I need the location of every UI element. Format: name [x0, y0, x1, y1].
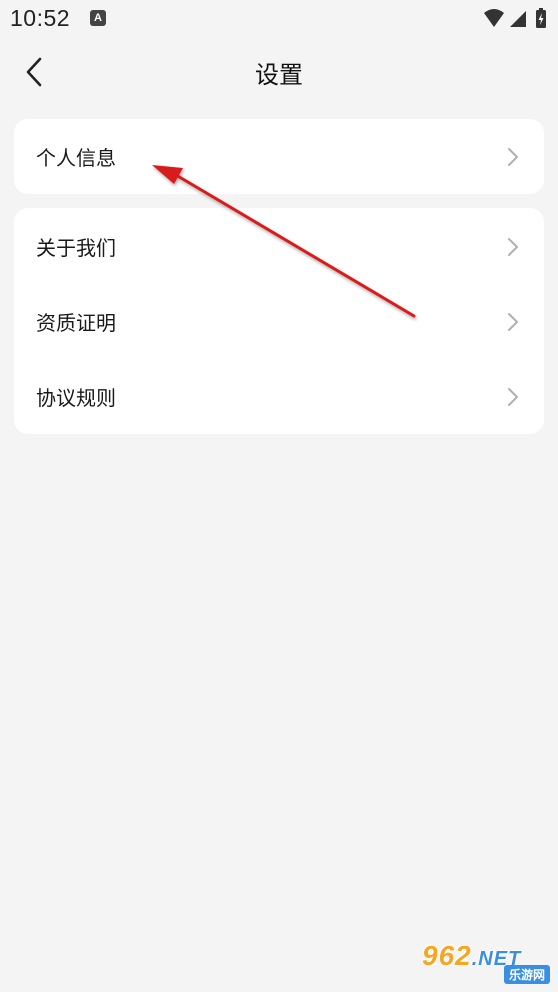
- notification-a-icon: A: [90, 10, 106, 26]
- chevron-right-icon: [508, 237, 518, 256]
- chevron-right-icon: [508, 147, 518, 166]
- watermark-logo: 962.NET 乐游网: [422, 940, 552, 984]
- status-icons: [482, 7, 550, 31]
- nav-bar: 设置: [0, 38, 558, 104]
- watermark-subtitle: 乐游网: [503, 965, 550, 984]
- settings-group-about: 关于我们 资质证明 协议规则: [14, 208, 544, 434]
- settings-item-qualifications[interactable]: 资质证明: [14, 284, 544, 359]
- settings-item-about-us[interactable]: 关于我们: [14, 209, 544, 284]
- settings-item-label: 个人信息: [36, 146, 116, 170]
- chevron-right-icon: [508, 312, 518, 331]
- settings-item-label: 关于我们: [36, 236, 116, 260]
- settings-item-agreements[interactable]: 协议规则: [14, 359, 544, 434]
- page-title: 设置: [255, 61, 303, 89]
- settings-item-label: 资质证明: [36, 311, 116, 335]
- signal-icon: [510, 11, 526, 27]
- settings-item-personal-info[interactable]: 个人信息: [14, 119, 544, 194]
- settings-group-personal: 个人信息: [14, 119, 544, 194]
- battery-icon: [536, 8, 546, 28]
- chevron-right-icon: [508, 387, 518, 406]
- wifi-icon: [484, 9, 504, 27]
- status-time: 10:52: [10, 5, 71, 31]
- status-bar: 10:52 A: [0, 0, 558, 38]
- settings-item-label: 协议规则: [36, 386, 116, 410]
